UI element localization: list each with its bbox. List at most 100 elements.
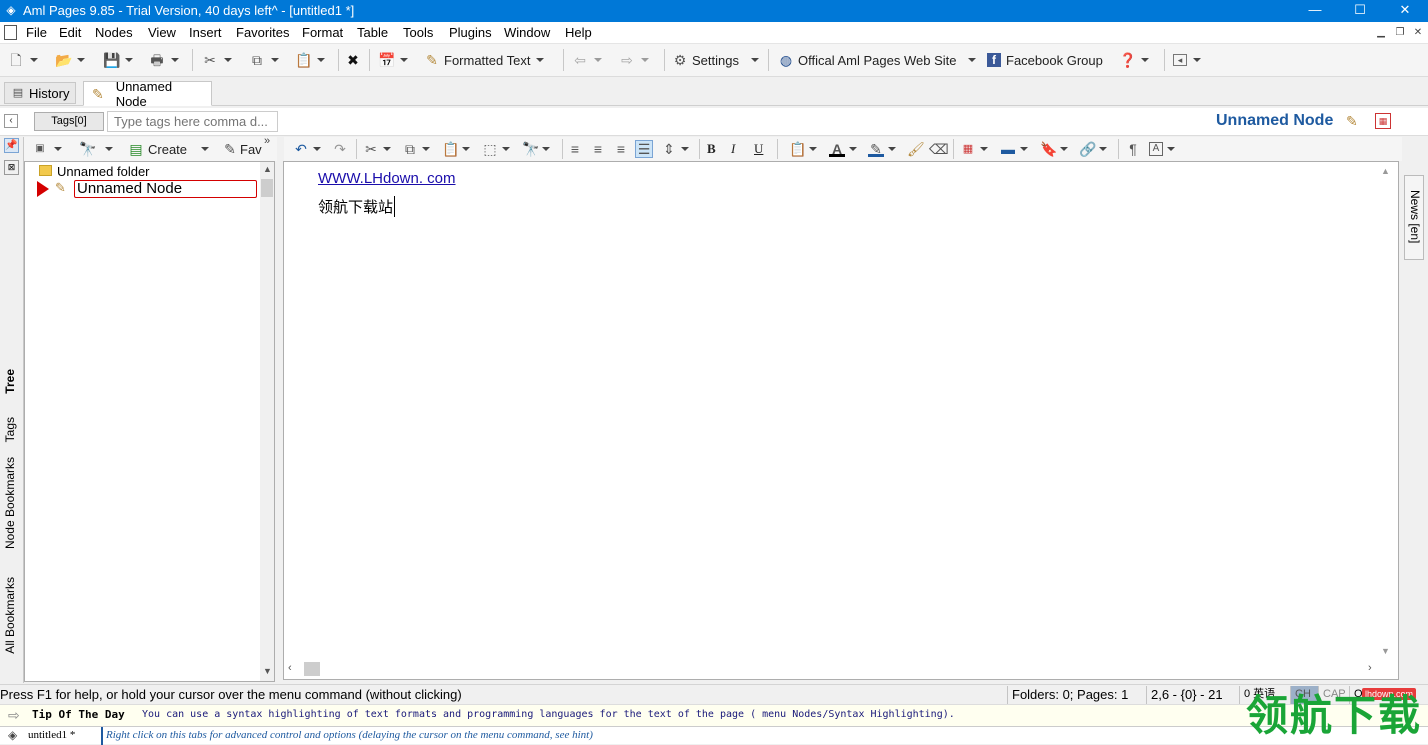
vtab-tags[interactable]: Tags — [3, 417, 17, 442]
format-painter-button[interactable]: 🖌 — [907, 140, 925, 158]
back-button[interactable]: ⇦ — [572, 49, 602, 71]
align-center-button[interactable]: ≡ — [590, 140, 606, 158]
vtab-all-bookmarks[interactable]: All Bookmarks — [3, 577, 17, 654]
edit-cut-button[interactable]: ✂ — [363, 140, 391, 158]
collapse-arrow-icon[interactable]: ‹ — [4, 114, 18, 128]
italic-button[interactable]: I — [731, 140, 735, 158]
menu-insert[interactable]: Insert — [189, 25, 222, 41]
menu-nodes[interactable]: Nodes — [95, 25, 133, 41]
font-color-button[interactable]: A — [829, 140, 857, 158]
vtab-node-bookmarks[interactable]: Node Bookmarks — [3, 457, 17, 549]
scroll-up-icon[interactable]: ▲ — [263, 164, 272, 174]
new-button[interactable]: 🗋 — [8, 49, 38, 71]
mdi-minimize-icon[interactable]: ▁ — [1374, 26, 1388, 40]
tree-node-selected[interactable]: Unnamed Node — [74, 180, 257, 198]
underline-button[interactable]: U — [754, 140, 763, 158]
bold-button[interactable]: B — [707, 140, 716, 158]
maximize-button[interactable]: ☐ — [1337, 0, 1383, 22]
tree-folder[interactable]: Unnamed folder — [57, 164, 150, 179]
editor-link[interactable]: WWW.LHdown. com — [318, 170, 456, 187]
edit-copy-button[interactable]: ⧉ — [402, 140, 430, 158]
menu-file[interactable]: File — [26, 25, 47, 41]
menu-edit[interactable]: Edit — [59, 25, 81, 41]
close-button[interactable]: ✕ — [1382, 0, 1428, 22]
menu-favorites[interactable]: Favorites — [236, 25, 289, 41]
minimize-button[interactable]: — — [1292, 0, 1338, 22]
menu-window[interactable]: Window — [504, 25, 550, 41]
mdi-close-icon[interactable]: ✕ — [1411, 26, 1425, 40]
tree-scrollbar[interactable]: ▲ ▼ — [260, 162, 274, 681]
tags-input[interactable] — [107, 111, 278, 132]
align-left-button[interactable]: ≡ — [567, 140, 583, 158]
menu-format[interactable]: Format — [302, 25, 343, 41]
calendar-button[interactable]: 📅 — [378, 49, 408, 71]
calendar-icon[interactable]: ▦ — [1375, 113, 1391, 129]
editor-scroll-up-icon[interactable]: ▲ — [1381, 166, 1390, 176]
insert-date-button[interactable]: ▦ — [960, 140, 988, 158]
edit-paste-button[interactable]: 📋 — [442, 140, 470, 158]
editor-scroll-right-icon[interactable]: › — [1368, 662, 1372, 674]
cut-button[interactable]: ✂ — [202, 49, 232, 71]
mdi-restore-icon[interactable]: ❐ — [1393, 26, 1407, 40]
clear-format-button[interactable]: ⌫ — [929, 140, 949, 158]
menu-view[interactable]: View — [148, 25, 176, 41]
facebook-button[interactable]: f Facebook Group — [987, 49, 1103, 71]
redo-button[interactable]: ↷ — [332, 140, 348, 158]
vtab-tree[interactable]: Tree — [3, 369, 17, 394]
history-icon: ▤ — [12, 87, 24, 99]
close-panel-icon[interactable]: ⊠ — [4, 160, 19, 175]
style-button[interactable]: A — [1149, 140, 1175, 158]
create-button[interactable]: ▤ Create — [128, 140, 210, 158]
tip-arrow-icon[interactable]: ⇨ — [8, 707, 20, 724]
edit-find-button[interactable]: 🔭 — [522, 140, 550, 158]
editor-scroll-left-icon[interactable]: ‹ — [288, 662, 292, 674]
delete-button[interactable]: ✖ — [345, 49, 361, 71]
scroll-thumb[interactable] — [261, 179, 273, 197]
website-button[interactable]: ◍ Offical Aml Pages Web Site — [778, 49, 977, 71]
clear-format-icon: ⌫ — [929, 141, 949, 157]
help-button[interactable]: ❓ — [1119, 49, 1149, 71]
view-mode-button[interactable]: ▣ — [32, 140, 62, 158]
panel-button[interactable]: ◂ — [1173, 49, 1201, 71]
editor-area[interactable]: WWW.LHdown. com 领航下载站 ▲ ▼ ‹ › — [283, 161, 1399, 680]
tags-button[interactable]: Tags[0] — [34, 112, 104, 131]
news-tab[interactable]: News [en] — [1404, 175, 1424, 260]
note-pencil-icon[interactable]: ✎ — [1346, 113, 1358, 130]
menu-table[interactable]: Table — [357, 25, 388, 41]
print-button[interactable]: 🖶 — [149, 49, 179, 71]
scroll-down-icon[interactable]: ▼ — [263, 666, 272, 676]
justify-button[interactable]: ☰ — [635, 140, 653, 158]
paragraph-button[interactable]: ¶ — [1125, 140, 1141, 158]
undo-button[interactable]: ↶ — [293, 140, 321, 158]
formatted-text-button[interactable]: ✎ Formatted Text — [424, 49, 545, 71]
pin-icon[interactable]: 📌 — [4, 138, 19, 153]
editor-scroll-down-icon[interactable]: ▼ — [1381, 646, 1390, 656]
select-button[interactable]: ⬚ — [482, 140, 510, 158]
find-button[interactable]: 🔭 — [79, 140, 113, 158]
tab-unnamed-node[interactable]: ✎ Unnamed Node — [83, 79, 212, 109]
align-right-button[interactable]: ≡ — [613, 140, 629, 158]
menu-plugins[interactable]: Plugins — [449, 25, 492, 41]
paste-button[interactable]: 📋 — [295, 49, 325, 71]
menu-tools[interactable]: Tools — [403, 25, 433, 41]
line-spacing-button[interactable]: ⇕ — [661, 140, 689, 158]
app-icon[interactable]: ◈ — [4, 3, 18, 17]
separator — [369, 49, 370, 71]
highlight-button[interactable]: ✎ — [868, 140, 896, 158]
document-tab[interactable]: untitled1 * — [28, 729, 75, 741]
horizontal-scroll-thumb[interactable] — [304, 662, 320, 676]
bookmark-button[interactable]: 🔖 — [1040, 140, 1068, 158]
copy-button[interactable]: ⧉ — [249, 49, 279, 71]
settings-button[interactable]: ⚙ Settings — [672, 49, 759, 71]
more-chevron-icon[interactable]: » — [264, 135, 270, 147]
insert-line-button[interactable]: ▬ — [1000, 140, 1028, 158]
tab-history[interactable]: ▤ History — [4, 82, 77, 104]
open-button[interactable]: 📂 — [55, 49, 85, 71]
link-button[interactable]: 🔗 — [1079, 140, 1107, 158]
document-icon[interactable] — [4, 25, 17, 40]
menu-help[interactable]: Help — [565, 25, 592, 41]
forward-button[interactable]: ⇨ — [619, 49, 649, 71]
paste-special-button[interactable]: 📋 — [789, 140, 817, 158]
save-button[interactable]: 💾 — [103, 49, 133, 71]
favorites-button[interactable]: ✎ Fav — [222, 140, 262, 158]
